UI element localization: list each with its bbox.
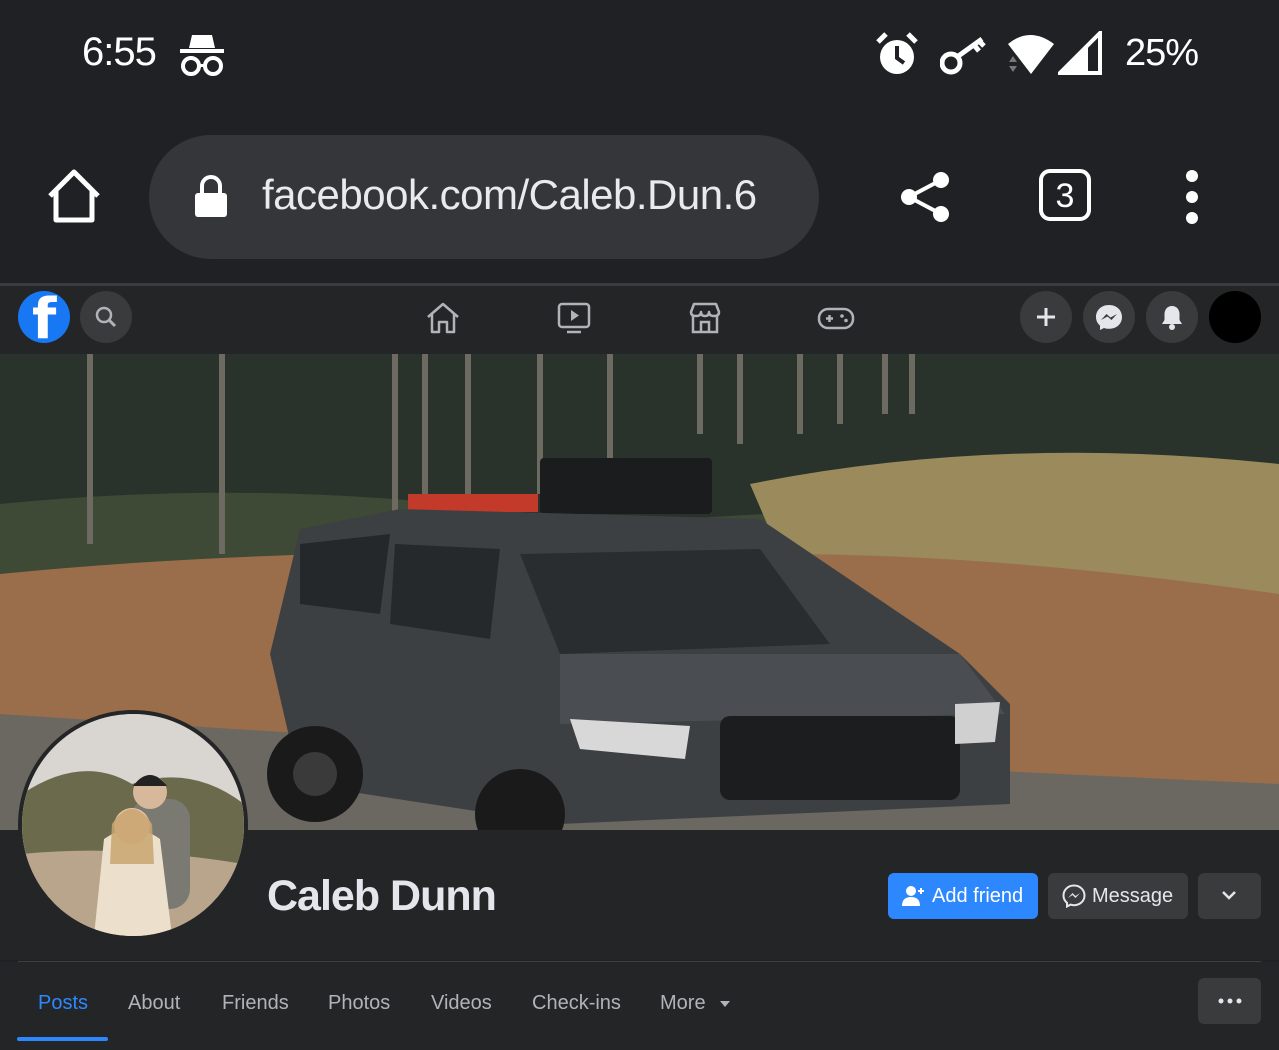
- profile-photo-image: [22, 714, 244, 936]
- add-friend-button[interactable]: Add friend: [888, 873, 1038, 919]
- bell-icon: [1162, 306, 1182, 330]
- home-icon[interactable]: [425, 300, 461, 336]
- add-friend-icon: [902, 886, 924, 906]
- chevron-down-icon: [1222, 891, 1236, 900]
- share-icon[interactable]: [899, 170, 953, 224]
- home-icon[interactable]: [44, 166, 104, 226]
- messenger-icon: [1096, 305, 1122, 330]
- plus-icon: [1037, 308, 1055, 326]
- tab-friends[interactable]: Friends: [222, 992, 289, 1015]
- signal-icon: [1058, 31, 1102, 75]
- message-label: Message: [1092, 885, 1174, 907]
- tab-videos[interactable]: Videos: [431, 992, 492, 1015]
- tabs-button[interactable]: 3: [1039, 169, 1091, 221]
- key-icon: [940, 36, 986, 75]
- watch-icon[interactable]: [556, 300, 592, 336]
- create-button[interactable]: [1020, 291, 1072, 343]
- tab-posts[interactable]: Posts: [38, 992, 88, 1015]
- incognito-icon: [180, 35, 224, 76]
- messenger-icon: [1062, 884, 1086, 908]
- profile-options-button[interactable]: [1198, 873, 1261, 919]
- alarm-icon: [876, 32, 918, 74]
- facebook-nav: f: [0, 286, 1279, 354]
- marketplace-icon[interactable]: [687, 300, 723, 336]
- tab-about[interactable]: About: [128, 992, 180, 1015]
- tab-more-label: More: [660, 992, 706, 1014]
- caret-down-icon: [720, 1000, 731, 1007]
- message-button[interactable]: Message: [1048, 873, 1188, 919]
- battery-level: 25%: [1125, 32, 1199, 74]
- tab-photos[interactable]: Photos: [328, 992, 390, 1015]
- browser-toolbar: facebook.com/Caleb.Dun.6 3: [0, 110, 1279, 285]
- notifications-button[interactable]: [1146, 291, 1198, 343]
- more-vert-icon[interactable]: [1183, 170, 1201, 224]
- more-horiz-icon: [1218, 998, 1242, 1004]
- profile-name: Caleb Dunn: [267, 872, 497, 920]
- url-bar[interactable]: facebook.com/Caleb.Dun.6: [149, 135, 819, 259]
- wifi-icon: [1008, 35, 1054, 74]
- status-bar: 6:55 25%: [0, 0, 1279, 110]
- profile-picture[interactable]: [18, 710, 248, 940]
- url-text: facebook.com/Caleb.Dun.6: [262, 171, 757, 218]
- add-friend-label: Add friend: [932, 885, 1024, 907]
- gaming-icon[interactable]: [817, 300, 855, 336]
- active-tab-indicator: [17, 1037, 108, 1041]
- messenger-button[interactable]: [1083, 291, 1135, 343]
- search-button[interactable]: [80, 291, 132, 343]
- status-time: 6:55: [82, 30, 157, 74]
- facebook-logo[interactable]: f: [18, 291, 70, 343]
- search-icon: [95, 306, 117, 328]
- more-options-button[interactable]: [1198, 978, 1261, 1024]
- profile-tabs: Posts About Friends Photos Videos Check-…: [0, 962, 1279, 1050]
- tab-more[interactable]: More: [660, 992, 731, 1015]
- account-avatar[interactable]: [1209, 291, 1261, 343]
- tab-check-ins[interactable]: Check-ins: [532, 992, 621, 1015]
- lock-icon: [195, 175, 227, 217]
